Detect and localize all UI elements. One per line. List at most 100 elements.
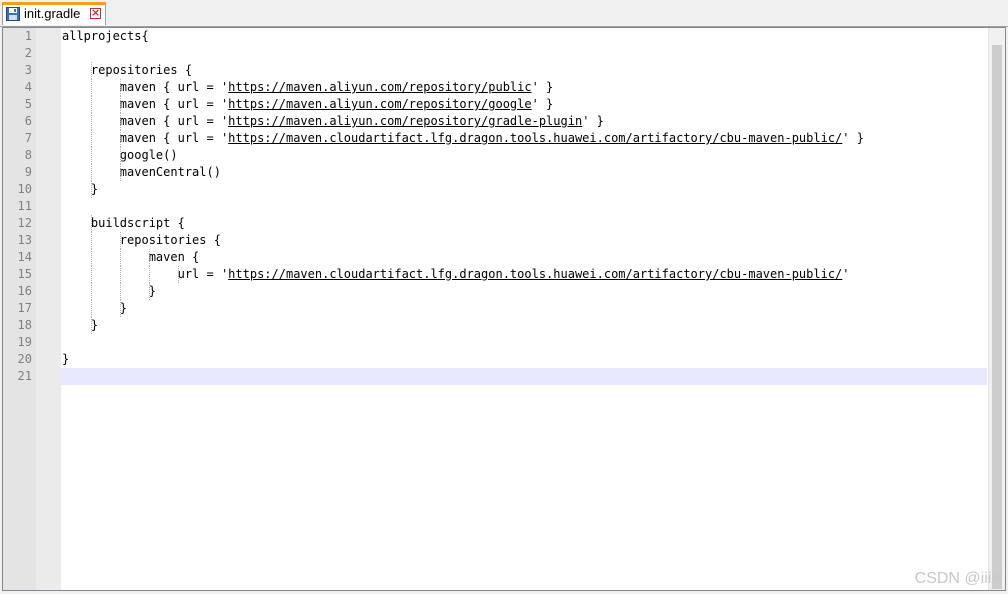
code-line[interactable]: buildscript { [61, 215, 987, 232]
code-text: } [62, 318, 99, 332]
code-text: } [62, 352, 70, 366]
line-number-gutter: 1 2 3 4 5 6 7 8 9 10 11 12 13 14 15 16 17 18 19 20 21 [3, 28, 61, 590]
code-line[interactable] [61, 368, 987, 385]
indent-guide [148, 283, 150, 300]
save-icon [6, 7, 20, 21]
code-text: } [62, 301, 128, 315]
tab-init-gradle[interactable]: init.gradle × [2, 2, 106, 25]
indent-guide [119, 283, 121, 300]
code-line[interactable]: maven { [61, 249, 987, 266]
code-line[interactable]: maven { url = 'https://maven.aliyun.com/… [61, 79, 987, 96]
watermark: CSDN @iiiiii [914, 570, 1002, 587]
line-number: 4 [24, 80, 32, 94]
code-text: buildscript { [62, 216, 185, 230]
code-text: maven { [62, 250, 200, 264]
vertical-scrollbar[interactable] [988, 28, 1005, 590]
code-text: ' } [531, 80, 554, 94]
code-text: } [62, 284, 156, 298]
code-text: maven { url = ' [62, 131, 229, 145]
close-icon[interactable]: × [90, 7, 101, 19]
url-link[interactable]: https://maven.aliyun.com/repository/publ… [228, 80, 531, 94]
fold-margin[interactable] [36, 28, 61, 590]
indent-guide [90, 300, 92, 317]
indent-guide [90, 79, 92, 96]
code-line[interactable]: allprojects{ [61, 28, 987, 45]
line-number: 14 [17, 250, 32, 264]
line-number: 12 [17, 216, 32, 230]
indent-guide [119, 164, 121, 181]
indent-guide [90, 266, 92, 283]
code-line[interactable]: } [61, 283, 987, 300]
code-line[interactable]: maven { url = 'https://maven.aliyun.com/… [61, 113, 987, 130]
code-text: ' [842, 267, 850, 281]
line-number: 9 [24, 165, 32, 179]
indent-guide [119, 300, 121, 317]
indent-guide [90, 232, 92, 249]
line-number: 19 [17, 335, 32, 349]
line-number: 15 [17, 267, 32, 281]
line-number: 1 [24, 29, 32, 43]
indent-guide [90, 215, 92, 232]
url-link[interactable]: https://maven.cloudartifact.lfg.dragon.t… [228, 131, 842, 145]
line-number: 7 [24, 131, 32, 145]
line-number: 10 [17, 182, 32, 196]
line-number: 6 [24, 114, 32, 128]
code-line[interactable]: maven { url = 'https://maven.aliyun.com/… [61, 96, 987, 113]
url-link[interactable]: https://maven.cloudartifact.lfg.dragon.t… [228, 267, 842, 281]
indent-guide [119, 130, 121, 147]
code-text: maven { url = ' [62, 80, 229, 94]
tab-label: init.gradle [24, 6, 81, 21]
indent-guide [90, 113, 92, 130]
indent-guide [119, 249, 121, 266]
code-line[interactable]: google() [61, 147, 987, 164]
indent-guide [119, 147, 121, 164]
code-line[interactable] [61, 45, 987, 62]
line-number: 8 [24, 148, 32, 162]
code-line[interactable]: maven { url = 'https://maven.cloudartifa… [61, 130, 987, 147]
code-line[interactable]: } [61, 181, 987, 198]
line-number: 11 [17, 199, 32, 213]
indent-guide [90, 96, 92, 113]
indent-guide [119, 266, 121, 283]
code-line[interactable]: repositories { [61, 62, 987, 79]
line-number: 18 [17, 318, 32, 332]
code-line[interactable]: url = 'https://maven.cloudartifact.lfg.d… [61, 266, 987, 283]
code-line[interactable]: } [61, 300, 987, 317]
url-link[interactable]: https://maven.aliyun.com/repository/goog… [228, 97, 531, 111]
indent-guide [90, 62, 92, 79]
scrollbar-thumb[interactable] [992, 45, 1002, 589]
tab-bar: init.gradle × [0, 0, 1008, 27]
code-text: maven { url = ' [62, 97, 229, 111]
indent-guide [90, 181, 92, 198]
line-number: 20 [17, 352, 32, 366]
code-text: maven { url = ' [62, 114, 229, 128]
indent-guide [119, 113, 121, 130]
url-link[interactable]: https://maven.aliyun.com/repository/grad… [228, 114, 582, 128]
code-line[interactable]: mavenCentral() [61, 164, 987, 181]
code-line[interactable] [61, 334, 987, 351]
code-line[interactable]: } [61, 351, 987, 368]
code-editor[interactable]: 1 2 3 4 5 6 7 8 9 10 11 12 13 14 15 16 17 18 19 20 21 allpro… [2, 27, 1006, 591]
line-number: 2 [24, 46, 32, 60]
indent-guide [119, 96, 121, 113]
code-line[interactable] [61, 198, 987, 215]
indent-guide [119, 79, 121, 96]
indent-guide [90, 249, 92, 266]
indent-guide [148, 266, 150, 283]
code-text: repositories { [62, 63, 193, 77]
code-area[interactable]: allprojects{ repositories { maven { url … [61, 28, 987, 385]
line-number: 21 [17, 369, 32, 383]
indent-guide [90, 317, 92, 334]
code-text: url = ' [62, 267, 229, 281]
indent-guide [90, 130, 92, 147]
code-line[interactable]: repositories { [61, 232, 987, 249]
code-text: mavenCentral() [62, 165, 221, 179]
line-number: 17 [17, 301, 32, 315]
indent-guide [90, 283, 92, 300]
code-line[interactable]: } [61, 317, 987, 334]
indent-guide [148, 249, 150, 266]
line-number: 3 [24, 63, 32, 77]
code-text: ' } [842, 131, 864, 145]
code-text: ' } [531, 97, 554, 111]
line-number: 13 [17, 233, 32, 247]
